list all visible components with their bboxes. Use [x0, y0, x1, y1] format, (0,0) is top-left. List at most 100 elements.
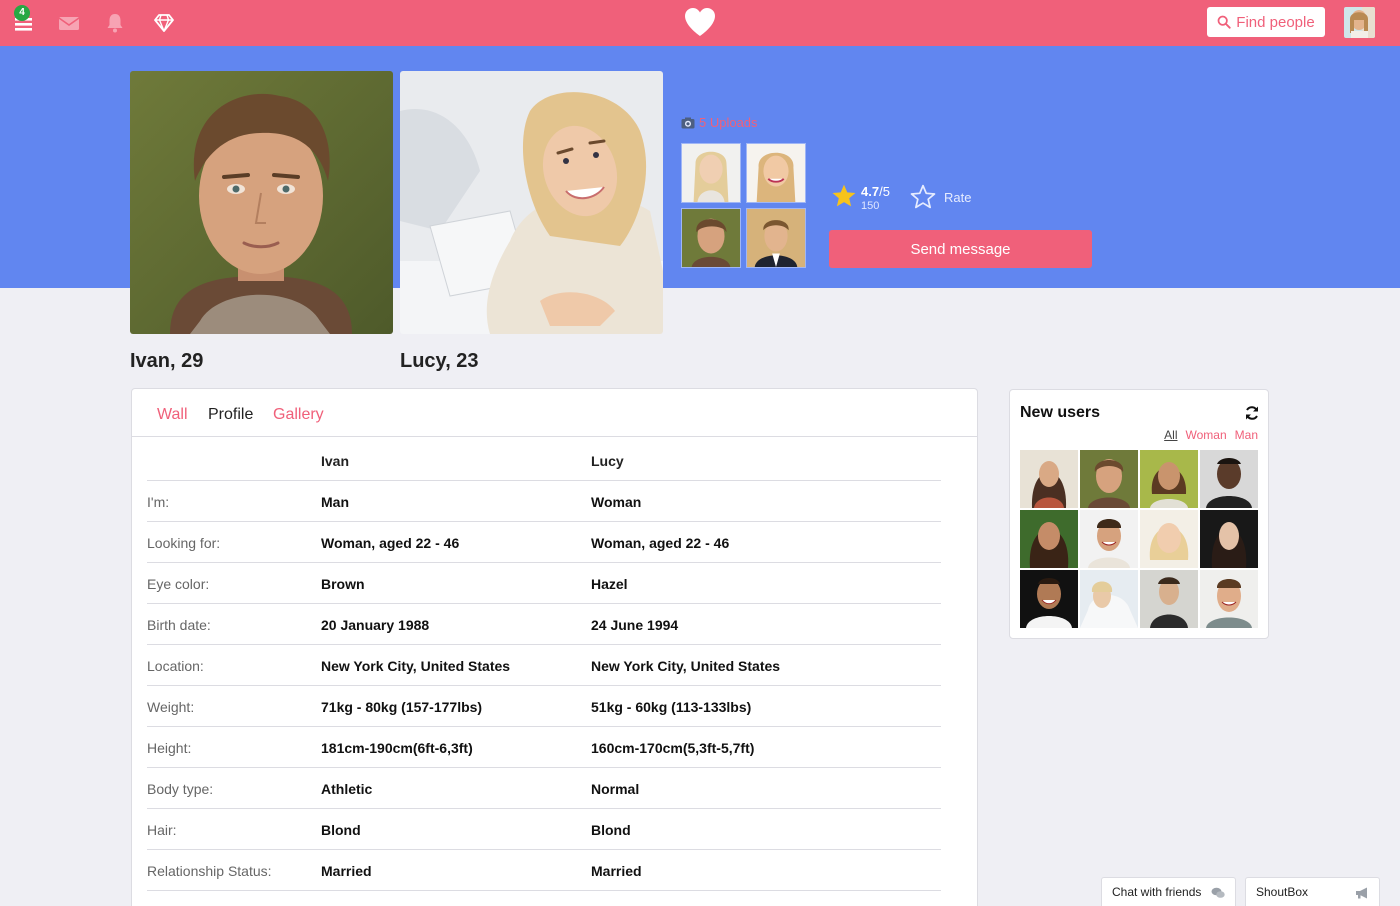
chat-with-friends-label: Chat with friends	[1112, 885, 1202, 899]
ivan-profile-photo[interactable]	[130, 71, 393, 334]
bell-icon[interactable]	[103, 11, 127, 35]
new-users-grid	[1020, 450, 1260, 630]
send-message-button[interactable]: Send message	[829, 230, 1092, 268]
find-people-label: Find people	[1236, 13, 1315, 31]
table-header	[147, 445, 321, 481]
rating-count: 150	[861, 200, 880, 212]
row-label: Looking for:	[147, 521, 321, 563]
user-avatar[interactable]	[1344, 7, 1375, 38]
rating-display: 4.7/5 150	[831, 183, 890, 213]
ivan-value: Married	[321, 849, 591, 891]
new-user-avatar[interactable]	[1020, 450, 1078, 508]
shoutbox-label: ShoutBox	[1256, 885, 1309, 899]
row-label: Relationship Status:	[147, 849, 321, 891]
table-row: Location: New York City, United States New…	[147, 644, 941, 686]
rating-score: 4.7	[861, 184, 880, 199]
lucy-value: 24 June 1994	[591, 603, 941, 645]
find-people-button[interactable]: Find people	[1207, 7, 1325, 37]
ivan-value: 181cm-190cm(6ft-6,3ft)	[321, 726, 591, 768]
ivan-name-label: Ivan, 29	[130, 350, 204, 372]
ivan-value: 20 January 1988	[321, 603, 591, 645]
lucy-value: 160cm-170cm(5,3ft-5,7ft)	[591, 726, 941, 768]
ivan-value: 71kg - 80kg (157-177lbs)	[321, 685, 591, 727]
lucy-value: 51kg - 60kg (113-133lbs)	[591, 685, 941, 727]
ivan-value: 0 Child	[321, 890, 591, 906]
new-users-title: New users	[1020, 404, 1101, 421]
row-label: Children:	[147, 890, 321, 906]
chat-with-friends-tab[interactable]: Chat with friends	[1101, 877, 1236, 906]
new-user-avatar[interactable]	[1080, 450, 1138, 508]
table-row: Relationship Status: Married Married	[147, 849, 941, 891]
row-label: Height:	[147, 726, 321, 768]
search-icon	[1217, 15, 1231, 29]
diamond-icon[interactable]	[152, 11, 176, 35]
upload-thumbnail[interactable]	[746, 208, 806, 268]
new-users-widget: New users All Woman Man	[1009, 389, 1269, 639]
row-label: Weight:	[147, 685, 321, 727]
lucy-value: Hazel	[591, 562, 941, 604]
lucy-value: Normal	[591, 767, 941, 809]
table-header: Lucy	[591, 445, 941, 481]
profile-comparison-card: Wall Profile Gallery Ivan Lucy I'm: Man Wo…	[131, 388, 978, 906]
row-label: Location:	[147, 644, 321, 686]
mail-icon[interactable]	[57, 11, 81, 35]
new-user-avatar[interactable]	[1080, 570, 1138, 628]
table-row: Birth date: 20 January 1988 24 June 1994	[147, 603, 941, 645]
filter-woman[interactable]: Woman	[1186, 428, 1227, 442]
rate-button[interactable]: Rate	[910, 184, 971, 210]
table-row: Weight: 71kg - 80kg (157-177lbs) 51kg - 60…	[147, 685, 941, 727]
table-row: Eye color: Brown Hazel	[147, 562, 941, 604]
ivan-value: New York City, United States	[321, 644, 591, 686]
ivan-value: Brown	[321, 562, 591, 604]
upload-thumbnail[interactable]	[681, 208, 741, 268]
table-row: Height: 181cm-190cm(6ft-6,3ft) 160cm-170cm…	[147, 726, 941, 768]
star-outline-icon	[910, 184, 936, 209]
row-label: Birth date:	[147, 603, 321, 645]
upload-thumbnail[interactable]	[746, 143, 806, 203]
table-row: Body type: Athletic Normal	[147, 767, 941, 809]
rating-max: /5	[879, 184, 890, 199]
table-row: I'm: Man Woman	[147, 480, 941, 522]
new-user-avatar[interactable]	[1140, 450, 1198, 508]
new-user-avatar[interactable]	[1080, 510, 1138, 568]
tab-gallery[interactable]: Gallery	[273, 406, 324, 424]
tab-profile[interactable]: Profile	[208, 406, 253, 424]
megaphone-icon	[1356, 887, 1367, 899]
lucy-value: Married	[591, 849, 941, 891]
lucy-value: Blond	[591, 808, 941, 850]
new-user-avatar[interactable]	[1140, 570, 1198, 628]
ivan-value: Man	[321, 480, 591, 522]
camera-icon	[681, 117, 695, 128]
table-row: Hair: Blond Blond	[147, 808, 941, 850]
lucy-profile-photo[interactable]	[400, 71, 663, 334]
filter-all[interactable]: All	[1164, 428, 1177, 442]
table-header-row: Ivan Lucy	[147, 445, 941, 481]
lucy-value	[591, 890, 941, 906]
refresh-icon[interactable]	[1244, 405, 1260, 421]
table-header: Ivan	[321, 445, 591, 481]
filter-man[interactable]: Man	[1235, 428, 1258, 442]
lucy-name-label: Lucy, 23	[400, 350, 479, 372]
new-user-avatar[interactable]	[1020, 510, 1078, 568]
new-user-avatar[interactable]	[1140, 510, 1198, 568]
new-user-avatar[interactable]	[1200, 450, 1258, 508]
tab-wall[interactable]: Wall	[157, 406, 188, 424]
upload-thumbnail[interactable]	[681, 143, 741, 203]
comparison-table: Ivan Lucy I'm: Man Woman Looking for: Woman…	[147, 445, 941, 906]
ivan-value: Woman, aged 22 - 46	[321, 521, 591, 563]
lucy-value: Woman	[591, 480, 941, 522]
row-label: I'm:	[147, 480, 321, 522]
row-label: Hair:	[147, 808, 321, 850]
heart-logo-icon[interactable]	[683, 6, 717, 38]
shoutbox-tab[interactable]: ShoutBox	[1245, 877, 1380, 906]
uploads-link[interactable]: 5 Uploads	[681, 115, 758, 130]
new-user-avatar[interactable]	[1200, 510, 1258, 568]
notification-count-badge: 4	[14, 5, 30, 21]
rate-label: Rate	[944, 189, 972, 205]
top-navigation-bar: 4 Find people	[0, 0, 1400, 46]
table-row: Looking for: Woman, aged 22 - 46 Woman, ag…	[147, 521, 941, 563]
chat-bubbles-icon	[1211, 887, 1225, 898]
new-user-avatar[interactable]	[1200, 570, 1258, 628]
new-user-avatar[interactable]	[1020, 570, 1078, 628]
lucy-value: Woman, aged 22 - 46	[591, 521, 941, 563]
